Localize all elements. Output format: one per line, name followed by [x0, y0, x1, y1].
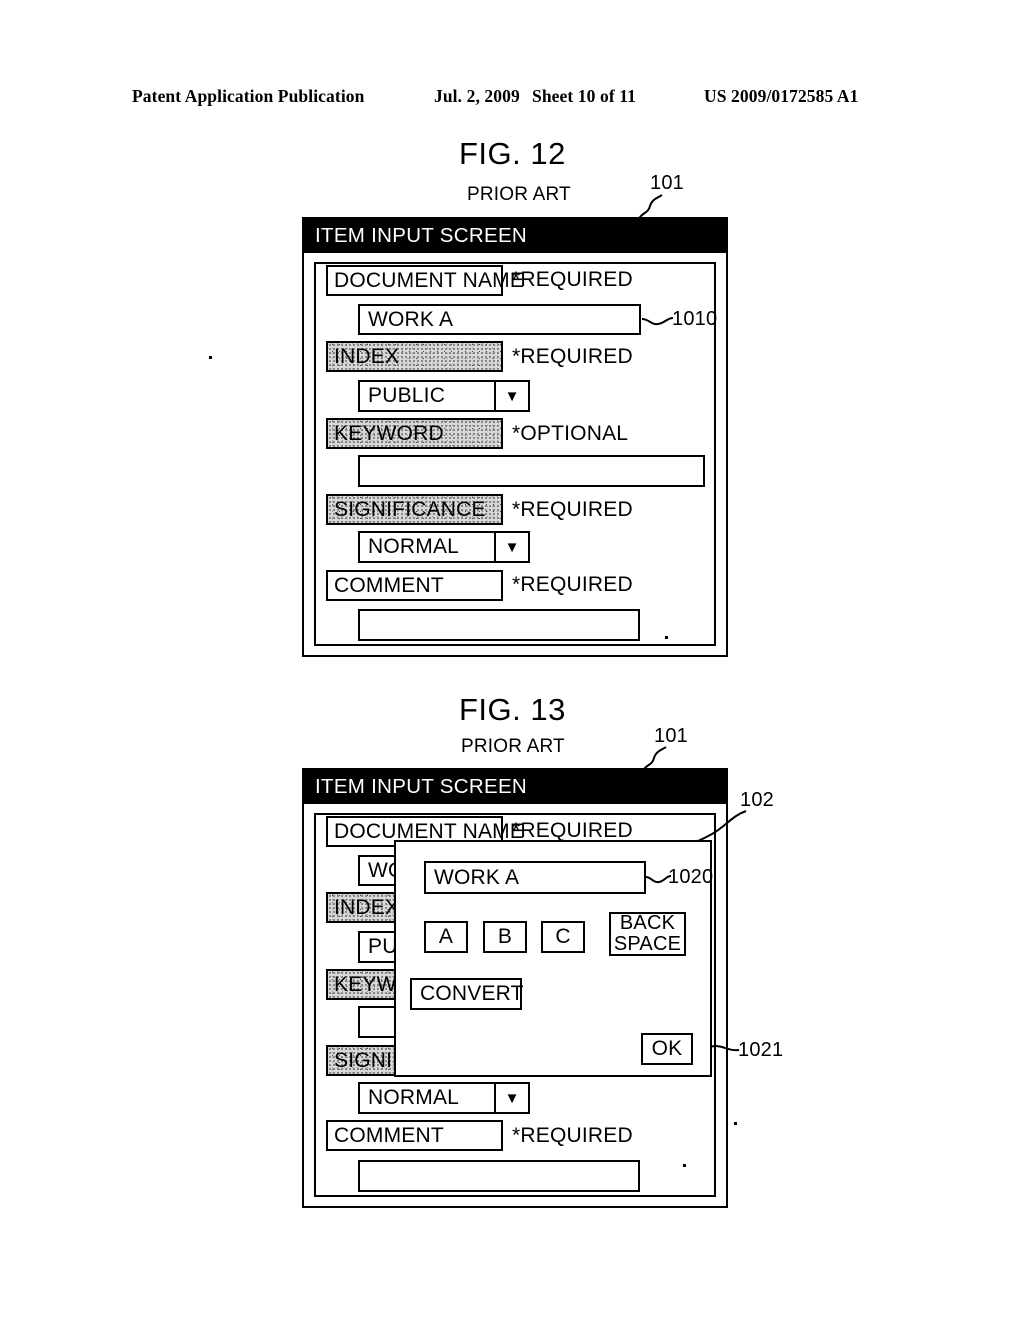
chevron-down-icon[interactable]: ▼ — [494, 1084, 528, 1112]
fig13-leader-1020 — [645, 875, 672, 884]
fig12-input-keyword[interactable] — [358, 455, 705, 487]
fig13-key-a[interactable]: A — [424, 921, 468, 953]
scan-speckle — [683, 1164, 686, 1167]
scan-speckle — [734, 1122, 737, 1125]
chevron-down-icon[interactable]: ▼ — [494, 382, 528, 410]
scan-speckle — [209, 356, 212, 359]
sheet-number: Sheet 10 of 11 — [532, 86, 636, 106]
fig13-ref-1020: 1020 — [668, 866, 714, 888]
fig13-combo-significance[interactable]: NORMAL ▼ — [358, 1082, 530, 1114]
fig12-combo-significance[interactable]: NORMAL ▼ — [358, 531, 530, 563]
fig13-key-c-label: C — [555, 925, 571, 949]
fig12-label-index-text: INDEX — [334, 344, 400, 368]
fig13-input-comment[interactable] — [358, 1160, 640, 1192]
scan-speckle — [305, 793, 308, 796]
fig13-ok-button[interactable]: OK — [641, 1033, 693, 1065]
fig12-label-significance: SIGNIFICANCE — [326, 494, 503, 525]
fig12-label-comment: COMMENT — [326, 570, 503, 601]
fig13-label-comment: COMMENT — [326, 1120, 503, 1151]
fig13-popup-input-value: WORK A — [434, 865, 520, 889]
fig12-combo-significance-value: NORMAL — [368, 535, 460, 558]
fig13-backspace-button[interactable]: BACK SPACE — [609, 912, 686, 956]
fig13-titlebar-text: ITEM INPUT SCREEN — [315, 775, 528, 798]
fig12-label-comment-text: COMMENT — [334, 573, 444, 597]
fig12-title: FIG. 12 — [459, 136, 566, 171]
fig13-convert-button[interactable]: CONVERT — [410, 978, 524, 1010]
scan-speckle — [665, 636, 668, 639]
fig12-requirement-document-name: *REQUIRED — [512, 268, 633, 291]
page-header: Patent Application Publication Jul. 2, 2… — [132, 86, 884, 110]
fig13-requirement-comment: *REQUIRED — [512, 1124, 633, 1147]
patent-number: US 2009/0172585 A1 — [704, 86, 859, 106]
fig12-titlebar: ITEM INPUT SCREEN — [304, 219, 726, 253]
publication-label: Patent Application Publication — [132, 86, 365, 106]
fig13-titlebar: ITEM INPUT SCREEN — [304, 770, 726, 804]
fig13-popup-input[interactable]: WORK A — [424, 861, 646, 894]
fig12-label-keyword: KEYWORD — [326, 418, 503, 449]
fig13-subtitle: PRIOR ART — [461, 736, 565, 757]
fig13-label-index-text: INDEX — [334, 895, 400, 919]
fig12-label-document-name-text: DOCUMENT NAME — [334, 268, 525, 292]
fig13-key-a-label: A — [438, 925, 454, 949]
fig12-requirement-comment: *REQUIRED — [512, 573, 633, 596]
fig13-key-c[interactable]: C — [541, 921, 585, 953]
fig12-requirement-index: *REQUIRED — [512, 345, 633, 368]
fig12-requirement-keyword: *OPTIONAL — [512, 422, 629, 445]
chevron-down-icon[interactable]: ▼ — [494, 533, 528, 561]
fig13-ref-1021: 1021 — [738, 1039, 784, 1061]
fig12-requirement-significance: *REQUIRED — [512, 498, 633, 521]
fig12-label-keyword-text: KEYWORD — [334, 421, 444, 445]
fig13-key-b-label: B — [497, 925, 513, 949]
fig12-input-comment[interactable] — [358, 609, 640, 641]
fig12-combo-index[interactable]: PUBLIC ▼ — [358, 380, 530, 412]
fig12-label-index: INDEX — [326, 341, 503, 372]
fig12-titlebar-text: ITEM INPUT SCREEN — [315, 224, 528, 247]
fig13-convert-label: CONVERT — [420, 982, 524, 1006]
fig13-ok-label: OK — [651, 1037, 683, 1061]
fig12-label-document-name: DOCUMENT NAME — [326, 265, 524, 296]
fig12-leader-1010 — [641, 317, 674, 326]
fig13-label-comment-text: COMMENT — [334, 1123, 444, 1147]
fig12-subtitle: PRIOR ART — [467, 184, 571, 205]
publication-date: Jul. 2, 2009 — [434, 86, 520, 106]
fig12-input-document-name[interactable]: WORK A — [358, 304, 641, 335]
fig12-combo-index-value: PUBLIC — [368, 384, 446, 407]
fig12-label-significance-text: SIGNIFICANCE — [334, 497, 486, 521]
fig12-input-document-name-value: WORK A — [368, 307, 454, 331]
fig13-backspace-label: BACK SPACE — [613, 912, 682, 955]
fig13-key-b[interactable]: B — [483, 921, 527, 953]
fig13-title: FIG. 13 — [459, 692, 566, 727]
fig12-ref-1010: 1010 — [672, 308, 718, 330]
fig13-combo-significance-value: NORMAL — [368, 1086, 460, 1109]
